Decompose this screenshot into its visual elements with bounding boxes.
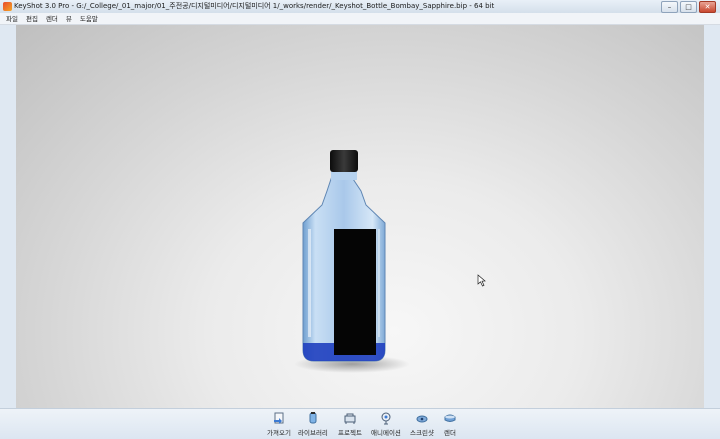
- animation-label: 애니메이션: [371, 429, 401, 437]
- bottom-toolbar: 가져오기 라이브러리 프로젝트 애니메이션 스크린샷 렌더: [0, 408, 720, 439]
- maximize-button[interactable]: □: [680, 1, 697, 13]
- screenshot-icon: [416, 415, 428, 423]
- render-viewport[interactable]: [16, 25, 704, 408]
- window-title: KeyShot 3.0 Pro - G:/_College/_01_major/…: [14, 2, 495, 10]
- menu-bar: 파일 편집 렌더 뷰 도움말: [0, 13, 720, 25]
- menu-render[interactable]: 렌더: [46, 14, 58, 24]
- library-label: 라이브러리: [298, 429, 328, 437]
- window-controls: – □ ✕: [661, 1, 716, 13]
- menu-edit[interactable]: 편집: [26, 14, 38, 24]
- menu-file[interactable]: 파일: [6, 14, 18, 24]
- project-icon: [344, 413, 356, 424]
- bottle-highlight-2: [378, 229, 380, 337]
- bottle-label: [334, 229, 376, 355]
- import-label: 가져오기: [267, 429, 291, 437]
- render-label: 렌더: [444, 429, 456, 437]
- screenshot-button[interactable]: 스크린샷: [410, 411, 434, 437]
- menu-help[interactable]: 도움말: [80, 14, 98, 24]
- mouse-cursor-icon: [477, 274, 486, 287]
- close-button[interactable]: ✕: [699, 1, 716, 13]
- keyshot-app-icon: [3, 2, 12, 11]
- render-scene: [294, 150, 486, 373]
- animation-button[interactable]: 애니메이션: [371, 411, 401, 437]
- minimize-button[interactable]: –: [661, 1, 678, 13]
- screenshot-label: 스크린샷: [410, 429, 434, 437]
- project-label: 프로젝트: [338, 429, 362, 437]
- bottle-highlight: [308, 229, 311, 337]
- library-icon: [309, 412, 317, 424]
- animation-icon: [381, 412, 391, 425]
- bottle-cap: [330, 150, 358, 172]
- render-icon: [444, 414, 456, 422]
- import-button[interactable]: 가져오기: [267, 411, 291, 437]
- title-bar: KeyShot 3.0 Pro - G:/_College/_01_major/…: [0, 0, 720, 14]
- right-frame: [704, 25, 720, 408]
- menu-view[interactable]: 뷰: [66, 14, 72, 24]
- render-button[interactable]: 렌더: [443, 411, 457, 437]
- import-icon: [273, 412, 284, 424]
- project-button[interactable]: 프로젝트: [338, 411, 362, 437]
- library-button[interactable]: 라이브러리: [298, 411, 328, 437]
- left-frame: [0, 25, 16, 408]
- bottle: [302, 150, 386, 362]
